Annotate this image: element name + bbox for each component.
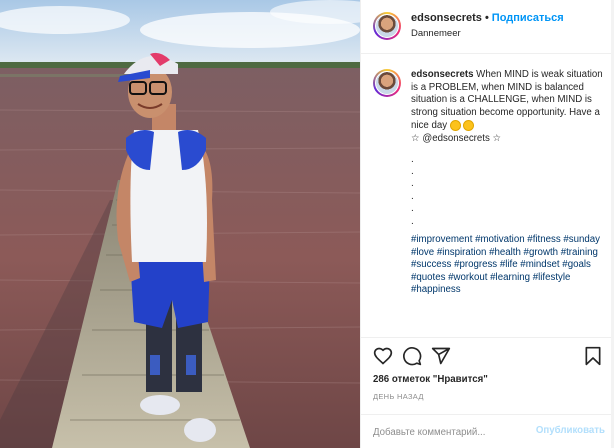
post-header: edsonsecrets • Подписаться Dannemeer	[361, 0, 614, 54]
likes-count[interactable]: 286 отметок "Нравится"	[373, 374, 488, 385]
comment-input[interactable]	[373, 423, 541, 441]
upside-down-emoji-icon	[462, 120, 474, 132]
location-link[interactable]: Dannemeer	[411, 28, 461, 39]
share-icon[interactable]	[431, 346, 451, 366]
comment-icon[interactable]	[402, 346, 422, 366]
dot-line: .	[411, 215, 414, 227]
dot-line: .	[411, 153, 414, 165]
follow-button[interactable]: Подписаться	[492, 12, 564, 24]
smile-emoji-icon	[449, 120, 461, 132]
post-photo[interactable]	[0, 0, 360, 448]
dot-line: .	[411, 166, 414, 178]
post-details-panel: edsonsecrets • Подписаться Dannemeer edson…	[360, 0, 614, 448]
comment-bar: Опубликовать	[361, 414, 614, 448]
caption-area: edsonsecrets When MIND is weak situation…	[361, 55, 614, 337]
username-link[interactable]: edsonsecrets	[411, 12, 482, 24]
dot-line: .	[411, 190, 414, 202]
caption-text: edsonsecrets When MIND is weak situation…	[411, 69, 603, 297]
separator-dot: •	[484, 12, 489, 24]
post-timestamp[interactable]: ДЕНЬ НАЗАД	[373, 392, 424, 401]
hashtags[interactable]: #improvement #motivation #fitness #sunda…	[411, 234, 603, 297]
caption-username[interactable]: edsonsecrets	[411, 69, 473, 80]
caption-avatar[interactable]	[373, 69, 401, 97]
emoji-group	[449, 120, 476, 133]
dot-line: .	[411, 203, 414, 215]
mention-line[interactable]: ☆ @edsonsecrets ☆	[411, 133, 603, 146]
heart-icon[interactable]	[373, 346, 393, 366]
dot-separators: . . . . . .	[411, 154, 603, 228]
publish-button[interactable]: Опубликовать	[536, 425, 605, 436]
dot-line: .	[411, 178, 414, 190]
avatar[interactable]	[373, 12, 401, 40]
action-bar: 286 отметок "Нравится" ДЕНЬ НАЗАД	[361, 337, 614, 414]
bookmark-icon[interactable]	[583, 346, 603, 366]
